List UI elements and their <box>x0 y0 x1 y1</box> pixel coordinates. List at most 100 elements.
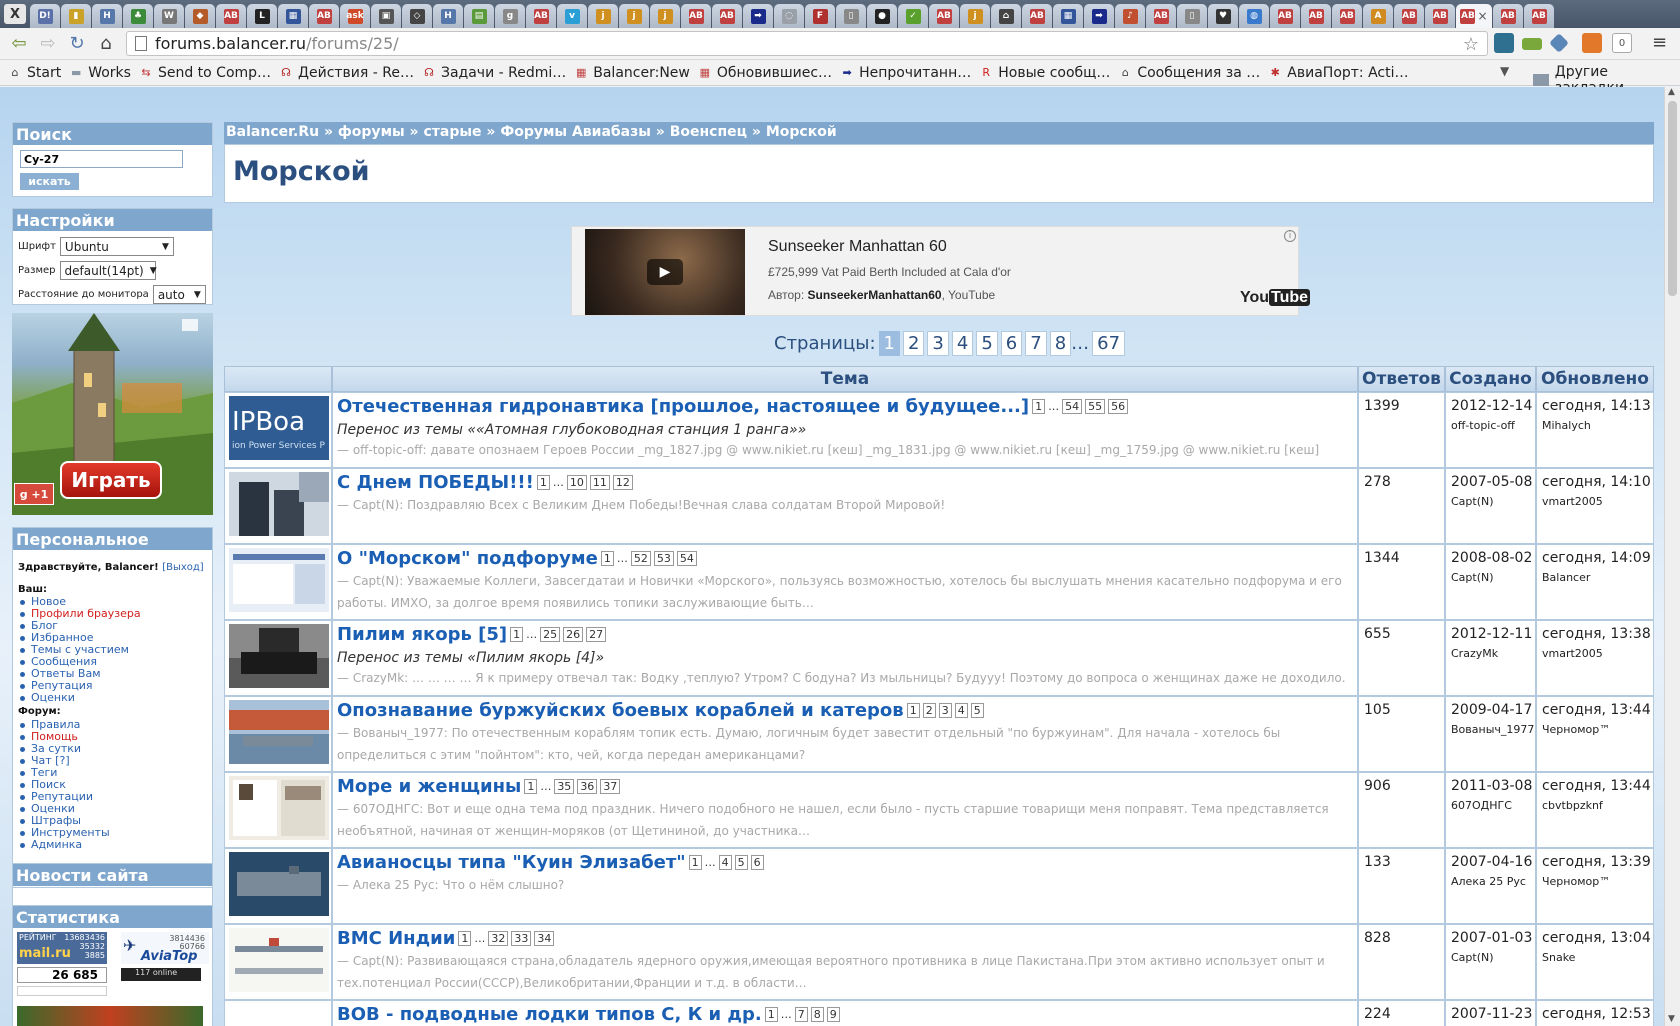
game-ad[interactable]: Играть g +1 <box>12 313 213 515</box>
bookmark-item[interactable]: ✱ АвиаПорт: Acti… <box>1268 65 1409 81</box>
updated-date[interactable]: сегодня, 13:39 <box>1542 854 1651 870</box>
breadcrumb-link[interactable]: форумы <box>338 124 405 140</box>
breadcrumb-link[interactable]: старые <box>423 124 481 140</box>
browser-tab[interactable]: H <box>433 4 463 28</box>
hits-counter[interactable]: 26 685 <box>17 967 107 983</box>
page-link[interactable]: 8 <box>1049 331 1072 356</box>
video-thumbnail[interactable]: ▶ <box>585 229 745 315</box>
browser-tab[interactable]: AB <box>1022 4 1052 28</box>
topic-page-link[interactable]: 33 <box>511 931 532 946</box>
scroll-thumb[interactable] <box>1668 101 1677 296</box>
page-link[interactable]: 2 <box>902 331 925 356</box>
search-input[interactable] <box>20 150 183 168</box>
bookmarks-overflow-icon[interactable]: ▼ <box>1500 64 1509 78</box>
menu-icon[interactable]: ≡ <box>1652 32 1667 53</box>
created-by[interactable]: off-topic-off <box>1451 419 1515 432</box>
personal-link[interactable]: Оценки <box>20 691 75 704</box>
updated-date[interactable]: сегодня, 12:53 <box>1542 1006 1651 1022</box>
topic-page-link[interactable]: 11 <box>589 475 610 490</box>
google-plus-button[interactable]: g +1 <box>14 483 54 505</box>
breadcrumb-link[interactable]: Военспец <box>670 124 747 140</box>
updated-by[interactable]: Balancer <box>1542 571 1590 584</box>
breadcrumb-link[interactable]: Balancer.Ru <box>226 124 319 140</box>
browser-tab[interactable]: ♣ <box>123 4 153 28</box>
bookmark-item[interactable]: ☊ Задачи - Redmi… <box>422 65 566 81</box>
updated-by[interactable]: Mihalych <box>1542 419 1591 432</box>
bookmark-item[interactable]: R Новые сообщ… <box>979 65 1110 81</box>
updated-by[interactable]: cbvtbpzknf <box>1542 799 1603 812</box>
page-link-last[interactable]: 67 <box>1092 331 1126 356</box>
page-link[interactable]: 6 <box>1000 331 1023 356</box>
topic-page-link[interactable]: 56 <box>1108 399 1129 414</box>
breadcrumb-link[interactable]: Форумы Авиабазы <box>500 124 651 140</box>
browser-tab[interactable]: ◍ <box>1239 4 1269 28</box>
topic-page-link[interactable]: 1 <box>1032 399 1046 414</box>
page-link[interactable]: 3 <box>927 331 949 356</box>
browser-tab[interactable]: j <box>588 4 618 28</box>
browser-tab[interactable]: AB <box>1425 4 1455 28</box>
topic-page-link[interactable]: 26 <box>563 627 584 642</box>
browser-tab[interactable]: ♪ <box>1115 4 1145 28</box>
browser-tab[interactable]: j <box>960 4 990 28</box>
author-name[interactable]: SunseekerManhattan60 <box>808 288 942 302</box>
logout-link[interactable]: [Выход] <box>162 562 204 573</box>
tumblr-extension-icon[interactable] <box>1494 33 1514 53</box>
home-icon[interactable]: ⌂ <box>93 32 119 56</box>
tag-extension-icon[interactable] <box>1549 33 1569 53</box>
browser-tab[interactable]: AB <box>216 4 246 28</box>
created-by[interactable]: Capt(N) <box>1451 951 1494 964</box>
topic-thumbnail[interactable]: IPBoa ion Power Services P <box>229 396 329 460</box>
ext-orange-icon[interactable] <box>1582 33 1602 53</box>
play-button[interactable]: Играть <box>60 461 162 499</box>
topic-page-link[interactable]: 27 <box>586 627 607 642</box>
window-close-button[interactable]: X <box>4 4 26 24</box>
browser-tab[interactable]: AB <box>929 4 959 28</box>
browser-tab[interactable]: ▯ <box>836 4 866 28</box>
page-link[interactable]: 4 <box>951 331 974 356</box>
browser-tab[interactable]: AB <box>1524 4 1554 28</box>
forward-icon[interactable]: ⇨ <box>35 32 61 56</box>
page-link[interactable]: 5 <box>976 331 998 356</box>
topic-page-link[interactable]: 37 <box>600 779 621 794</box>
back-icon[interactable]: ⇦ <box>6 32 32 56</box>
created-by[interactable]: CrazyMk <box>1451 647 1498 660</box>
bookmark-item[interactable]: ▦ Обновившиес… <box>698 65 832 81</box>
video-ad[interactable]: ▶ Sunseeker Manhattan 60 £725,999 Vat Pa… <box>571 226 1311 316</box>
topic-page-link[interactable]: 1 <box>458 931 472 946</box>
updated-by[interactable]: vmart2005 <box>1542 495 1603 508</box>
bookmark-item[interactable]: ☊ Действия - Re… <box>279 65 414 81</box>
browser-tab[interactable]: AB <box>1493 4 1523 28</box>
topic-page-link[interactable]: 8 <box>810 1007 824 1022</box>
browser-tab[interactable]: ● <box>867 4 897 28</box>
topic-page-link[interactable]: 7 <box>794 1007 808 1022</box>
video-title[interactable]: Sunseeker Manhattan 60 <box>768 238 947 256</box>
browser-tab[interactable]: g <box>495 4 525 28</box>
browser-tab[interactable]: ➡ <box>743 4 773 28</box>
topic-page-link[interactable]: 2 <box>922 703 936 718</box>
topic-page-link[interactable]: 1 <box>906 703 920 718</box>
browser-tab[interactable]: ◌ <box>774 4 804 28</box>
updated-date[interactable]: сегодня, 13:44 <box>1542 778 1651 794</box>
topic-thumbnail[interactable] <box>229 852 329 916</box>
topic-page-link[interactable]: 1 <box>510 627 524 642</box>
browser-tab[interactable]: F <box>805 4 835 28</box>
topic-link[interactable]: О "Морском" подфоруме <box>337 548 598 569</box>
topic-page-link[interactable]: 3 <box>938 703 952 718</box>
browser-tab[interactable]: AB <box>309 4 339 28</box>
bookmark-item[interactable]: ⌂ Сообщения за … <box>1118 65 1260 81</box>
browser-tab[interactable]: ➡ <box>1084 4 1114 28</box>
topic-page-link[interactable]: 25 <box>540 627 561 642</box>
topic-page-link[interactable]: 34 <box>534 931 555 946</box>
tab-close-icon[interactable]: × <box>1477 9 1487 23</box>
topic-link[interactable]: Опознавание буржуйских боевых кораблей и… <box>337 700 904 721</box>
topic-page-link[interactable]: 32 <box>488 931 509 946</box>
browser-tab[interactable]: ▯ <box>1177 4 1207 28</box>
bookmark-item[interactable]: ▦ Balancer:New <box>574 65 690 81</box>
updated-by[interactable]: Черномор™ <box>1542 875 1610 888</box>
topic-page-link[interactable]: 1 <box>536 475 550 490</box>
topic-thumbnail[interactable] <box>229 1004 329 1026</box>
topic-page-link[interactable]: 6 <box>750 855 764 870</box>
browser-tab[interactable]: ◆ <box>185 4 215 28</box>
browser-tab[interactable]: ▦ <box>1053 4 1083 28</box>
reload-icon[interactable]: ↻ <box>64 32 90 56</box>
